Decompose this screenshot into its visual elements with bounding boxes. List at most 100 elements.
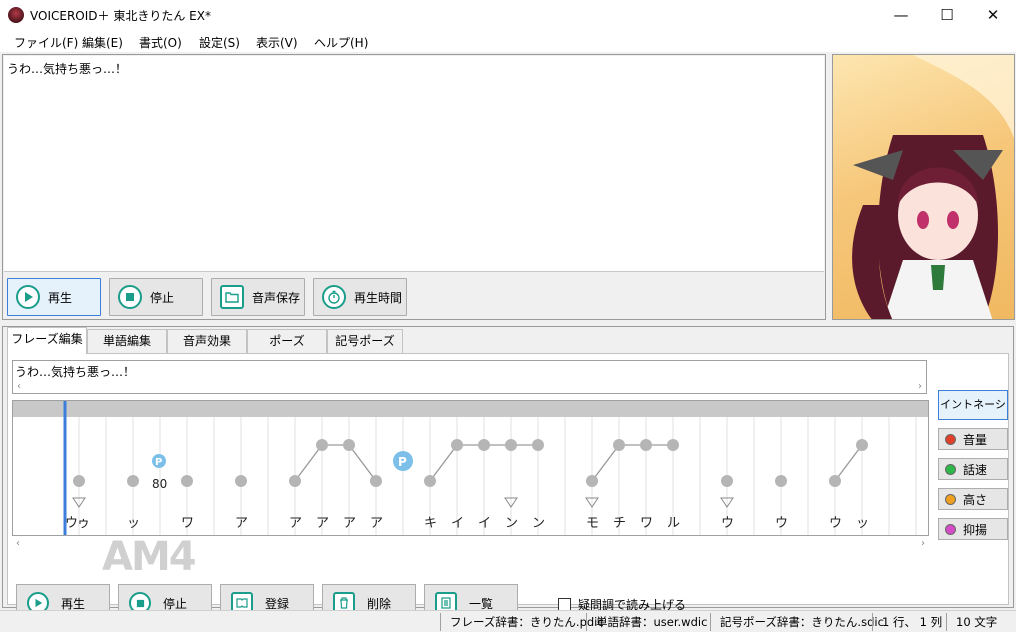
emphasis-button[interactable]: 抑揚 bbox=[938, 518, 1008, 540]
accent-point bbox=[235, 475, 247, 487]
menu-format[interactable]: 書式(O) bbox=[139, 34, 182, 51]
kana-label: イ bbox=[478, 516, 491, 531]
delete-button-label: 削除 bbox=[367, 596, 392, 611]
window-title: VOICEROID＋ 東北きりたん EX* bbox=[30, 9, 211, 23]
accent-line bbox=[294, 444, 323, 482]
stop-button-label: 停止 bbox=[150, 290, 175, 305]
kana-label: ン bbox=[505, 516, 518, 531]
scroll-right-icon[interactable]: › bbox=[918, 381, 922, 392]
kana-label: ア bbox=[343, 516, 356, 531]
accent-point bbox=[181, 475, 193, 487]
play-icon bbox=[16, 285, 40, 309]
volume-button[interactable]: 音量 bbox=[938, 428, 1008, 450]
status-separator bbox=[872, 613, 873, 631]
watermark-logo: AM4 bbox=[102, 534, 197, 580]
accent-line bbox=[348, 444, 377, 482]
tab-symbol-pause[interactable]: 記号ポーズ bbox=[327, 329, 403, 353]
tab-audio-effect[interactable]: 音声効果 bbox=[167, 329, 247, 353]
phrase-play-label: 再生 bbox=[61, 596, 86, 611]
tab-phrase-edit[interactable]: フレーズ編集 bbox=[7, 327, 87, 354]
minimize-button[interactable]: — bbox=[878, 0, 924, 30]
kana-label: イ bbox=[451, 516, 464, 531]
accent-line bbox=[429, 444, 458, 482]
volume-button-label: 音量 bbox=[963, 432, 988, 447]
kana-label: ア bbox=[235, 516, 248, 531]
accent-point bbox=[505, 439, 517, 451]
list-button-label: 一覧 bbox=[469, 596, 494, 611]
kana-label: ル bbox=[667, 516, 680, 531]
phrase-scrollbar[interactable]: ‹ › bbox=[13, 381, 926, 395]
editor-scroll-left-icon[interactable]: ‹ bbox=[16, 538, 20, 549]
accent-point bbox=[856, 439, 868, 451]
pitch-button-label: 高さ bbox=[963, 492, 988, 507]
kana-label: ワ bbox=[640, 516, 653, 531]
menu-view[interactable]: 表示(V) bbox=[256, 34, 298, 51]
stop-button[interactable]: 停止 bbox=[109, 278, 203, 316]
folder-icon bbox=[220, 285, 244, 309]
menu-settings[interactable]: 設定(S) bbox=[199, 34, 240, 51]
accent-point bbox=[424, 475, 436, 487]
kana-label: ウ bbox=[721, 516, 734, 531]
kana-label: ワ bbox=[181, 516, 194, 531]
play-button-label: 再生 bbox=[48, 290, 73, 305]
main-text-input[interactable]: うわ…気持ち悪っ…！ bbox=[4, 56, 824, 272]
accent-point bbox=[667, 439, 679, 451]
accent-point bbox=[127, 475, 139, 487]
play-button[interactable]: 再生 bbox=[7, 278, 101, 316]
volume-dot-icon bbox=[945, 433, 956, 445]
intonation-button[interactable]: イントネーション bbox=[938, 390, 1008, 439]
status-separator bbox=[946, 613, 947, 631]
tab-word-edit[interactable]: 単語編集 bbox=[87, 329, 167, 353]
kana-label: チ bbox=[613, 516, 626, 531]
phrase-text-input[interactable]: うわ…気持ち悪っ…！ ‹ › bbox=[12, 360, 927, 394]
kana-label: キ bbox=[424, 516, 437, 531]
speed-dot-icon bbox=[945, 463, 956, 475]
accent-point bbox=[829, 475, 841, 487]
accent-point bbox=[289, 475, 301, 487]
kana-label: ア bbox=[289, 516, 302, 531]
phrase-stop-label: 停止 bbox=[163, 596, 188, 611]
accent-editor[interactable]: ウゥッワアアアアアキイインンモチワルウウウッ P 80 P bbox=[12, 400, 929, 536]
status-separator bbox=[586, 613, 587, 631]
accent-point bbox=[613, 439, 625, 451]
accent-graph[interactable]: ウゥッワアアアアアキイインンモチワルウウウッP80P bbox=[13, 401, 929, 536]
status-position: 1 行、 1 列 bbox=[882, 615, 943, 629]
status-symbol-dict: 記号ポーズ辞書：きりたん.sdic bbox=[720, 615, 884, 629]
menu-file[interactable]: ファイル(F) bbox=[14, 34, 78, 51]
title-bar: VOICEROID＋ 東北きりたん EX* — ☐ ✕ bbox=[0, 0, 1016, 30]
kana-label: ッ bbox=[856, 516, 869, 531]
close-button[interactable]: ✕ bbox=[970, 0, 1016, 30]
save-audio-button[interactable]: 音声保存 bbox=[211, 278, 305, 316]
status-separator bbox=[440, 613, 441, 631]
kana-label: ウ bbox=[775, 516, 788, 531]
accent-point bbox=[775, 475, 787, 487]
kana-label: ウ bbox=[829, 516, 842, 531]
kana-label: ン bbox=[532, 516, 545, 531]
pitch-dot-icon bbox=[945, 493, 956, 505]
scroll-left-icon[interactable]: ‹ bbox=[17, 381, 21, 392]
accent-point bbox=[73, 475, 85, 487]
character-portrait bbox=[832, 54, 1015, 320]
menu-help[interactable]: ヘルプ(H) bbox=[314, 34, 368, 51]
accent-point bbox=[343, 439, 355, 451]
accent-point bbox=[370, 475, 382, 487]
accent-point bbox=[586, 475, 598, 487]
accent-line bbox=[591, 444, 620, 482]
menu-edit[interactable]: 編集(E) bbox=[82, 34, 123, 51]
status-word-dict: 単語辞書：user.wdic bbox=[596, 615, 708, 629]
tab-pause[interactable]: ポーズ bbox=[247, 329, 327, 353]
accent-point bbox=[478, 439, 490, 451]
accent-point bbox=[451, 439, 463, 451]
editor-scroll-right-icon[interactable]: › bbox=[921, 538, 925, 549]
duration-button[interactable]: 再生時間 bbox=[313, 278, 407, 316]
speed-button[interactable]: 話速 bbox=[938, 458, 1008, 480]
status-phrase-dict: フレーズ辞書：きりたん.pdic bbox=[450, 615, 604, 629]
character-illustration bbox=[852, 55, 1014, 319]
status-separator bbox=[710, 613, 711, 631]
stopwatch-icon bbox=[322, 285, 346, 309]
kana-label: ゥ bbox=[77, 516, 90, 531]
accent-point bbox=[640, 439, 652, 451]
maximize-button[interactable]: ☐ bbox=[924, 0, 970, 30]
kana-label: ッ bbox=[127, 516, 140, 531]
pitch-button[interactable]: 高さ bbox=[938, 488, 1008, 510]
